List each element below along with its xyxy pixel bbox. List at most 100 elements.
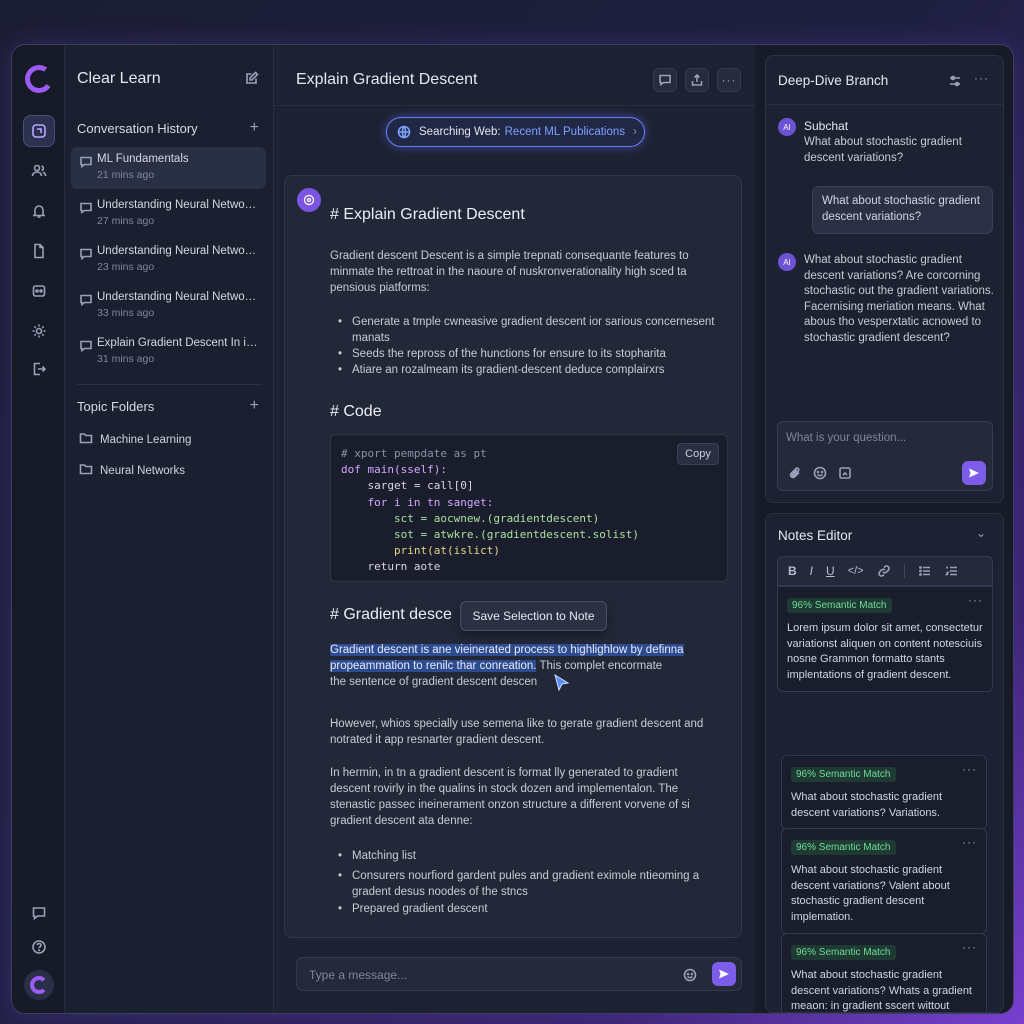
text-selection[interactable]: Gradient descent is ane vieinerated proc… (330, 644, 684, 656)
chat-icon (80, 248, 92, 261)
selected-paragraph[interactable]: Gradient descent is ane vieinerated proc… (330, 642, 725, 690)
chevron-right-icon: › (633, 126, 637, 138)
conversation-item[interactable]: ML Fundamentals 21 mins ago (71, 147, 266, 189)
chat-nav-icon[interactable] (23, 115, 55, 147)
message-bullet-list: Generate a tmple cwneasive gradient desc… (330, 314, 720, 378)
paragraph-text: This complet encormate (536, 660, 663, 672)
attachment-icon[interactable] (788, 466, 802, 480)
code-line: print(at(islict) (341, 544, 500, 558)
sidebar-divider (77, 384, 262, 385)
code-line: dof main(sself): (341, 463, 447, 477)
help-icon[interactable] (23, 931, 55, 963)
note-card[interactable]: 96% Semantic Match ··· What about stocha… (781, 828, 987, 934)
italic-button[interactable]: I (810, 564, 813, 578)
conversation-time: 27 mins ago (97, 215, 155, 227)
users-icon[interactable] (23, 155, 55, 187)
more-options-icon[interactable]: ··· (717, 68, 741, 92)
code-line: return aote (341, 560, 441, 574)
note-card[interactable]: 96% Semantic Match ··· What about stocha… (781, 755, 987, 830)
search-prefix: Searching Web: (419, 126, 501, 138)
chevron-down-icon[interactable]: ⌄ (976, 526, 986, 540)
conversation-item[interactable]: Understanding Neural Networks 27 mins ag… (71, 193, 266, 235)
add-folder-button[interactable]: + (250, 398, 259, 414)
conversation-time: 23 mins ago (97, 261, 155, 273)
bullet-list-icon[interactable] (918, 564, 932, 578)
message-bullet-list: Matching list Consurers nourfiord garden… (330, 848, 720, 917)
search-query: Recent ML Publications (504, 126, 626, 138)
comment-icon[interactable] (653, 68, 677, 92)
folder-label: Neural Networks (100, 465, 185, 477)
numbered-list-icon[interactable] (944, 564, 959, 578)
more-options-icon[interactable]: ··· (968, 593, 983, 607)
document-icon[interactable] (23, 235, 55, 267)
message-intro: Gradient descent Descent is a simple tre… (330, 250, 689, 294)
subchat-label: Subchat (804, 119, 849, 133)
code-line: sot = atwkre.(gradientdescent.solist) (341, 528, 640, 542)
message-input[interactable]: Type a message... (296, 957, 742, 991)
list-item: Prepared gradient descent (330, 901, 720, 917)
list-item: Seeds the repross of the hunctions for e… (330, 346, 720, 362)
send-button[interactable] (712, 962, 736, 986)
code-line: sct = aocwnew.(gradientdescent) (341, 511, 600, 525)
section-heading: # Gradient desce (330, 606, 452, 623)
code-heading: # Code (330, 403, 382, 420)
conversation-title: Understanding Neural Networks (97, 245, 259, 257)
chat-title: Explain Gradient Descent (296, 71, 478, 88)
list-item: Generate a tmple cwneasive gradient desc… (330, 314, 720, 346)
emoji-icon[interactable] (813, 466, 827, 480)
more-options-icon[interactable]: ··· (962, 835, 977, 849)
globe-icon (397, 125, 411, 139)
underline-button[interactable]: U (826, 564, 835, 578)
link-icon[interactable] (877, 564, 891, 578)
conversation-title: Understanding Neural Networks (97, 291, 259, 303)
conversation-item[interactable]: Understanding Neural Networks 23 mins ag… (71, 239, 266, 281)
folder-item-neural-networks[interactable]: Neural Networks (79, 462, 185, 477)
chat-icon (80, 340, 92, 353)
more-options-icon[interactable]: ··· (974, 71, 989, 85)
bot-icon[interactable] (23, 275, 55, 307)
code-block: # xport pempdate as pt dof main(sself): … (330, 434, 728, 582)
note-text: Lorem ipsum dolor sit amet, consectetur … (787, 622, 983, 681)
image-icon[interactable] (838, 466, 852, 480)
subchat-input[interactable]: What is your question... (777, 421, 993, 491)
note-card[interactable]: 96% Semantic Match ··· Lorem ipsum dolor… (777, 586, 993, 692)
message-heading: # Explain Gradient Descent (330, 206, 525, 223)
folder-label: Machine Learning (100, 434, 192, 446)
user-avatar[interactable] (24, 970, 54, 1000)
settings-icon[interactable] (23, 315, 55, 347)
save-to-note-button[interactable]: Save Selection to Note (460, 601, 607, 631)
text-selection[interactable]: propeammation to renilc thar conreation. (330, 660, 537, 672)
more-options-icon[interactable]: ··· (962, 762, 977, 776)
send-button[interactable] (962, 461, 986, 485)
bell-icon[interactable] (23, 195, 55, 227)
match-badge: 96% Semantic Match (787, 598, 892, 613)
conversation-title: Explain Gradient Descent In in... (97, 337, 259, 349)
user-message-bubble: What about stochastic gradient descent v… (812, 186, 993, 234)
code-icon[interactable]: </> (848, 565, 864, 577)
web-search-status[interactable]: Searching Web: Recent ML Publications › (386, 117, 645, 147)
code-line: for i in tn sanget: (341, 495, 494, 509)
conversation-time: 33 mins ago (97, 307, 155, 319)
icon-rail (12, 45, 65, 1013)
conversation-item[interactable]: Explain Gradient Descent In in... 31 min… (71, 331, 266, 373)
copy-button[interactable]: Copy (677, 443, 719, 465)
assistant-avatar-icon (297, 188, 321, 212)
chat-icon (80, 294, 92, 307)
folder-icon (79, 433, 93, 444)
bold-button[interactable]: B (788, 564, 797, 578)
logout-icon[interactable] (23, 353, 55, 385)
more-options-icon[interactable]: ··· (962, 940, 977, 954)
add-conversation-button[interactable]: + (250, 120, 259, 136)
note-text: What about stochastic gradient descent v… (791, 969, 972, 1012)
folder-item-machine-learning[interactable]: Machine Learning (79, 431, 191, 446)
note-card[interactable]: 96% Semantic Match ··· What about stocha… (781, 933, 987, 1012)
message-paragraph: However, whios specially use semena like… (330, 718, 704, 746)
ai-reply: What about stochastic gradient descent v… (804, 254, 994, 344)
share-icon[interactable] (685, 68, 709, 92)
new-chat-icon[interactable] (245, 71, 259, 90)
header-divider (274, 105, 755, 106)
feedback-icon[interactable] (23, 897, 55, 929)
emoji-icon[interactable] (683, 968, 697, 982)
conversation-item[interactable]: Understanding Neural Networks 33 mins ag… (71, 285, 266, 327)
sliders-icon[interactable] (948, 74, 962, 88)
